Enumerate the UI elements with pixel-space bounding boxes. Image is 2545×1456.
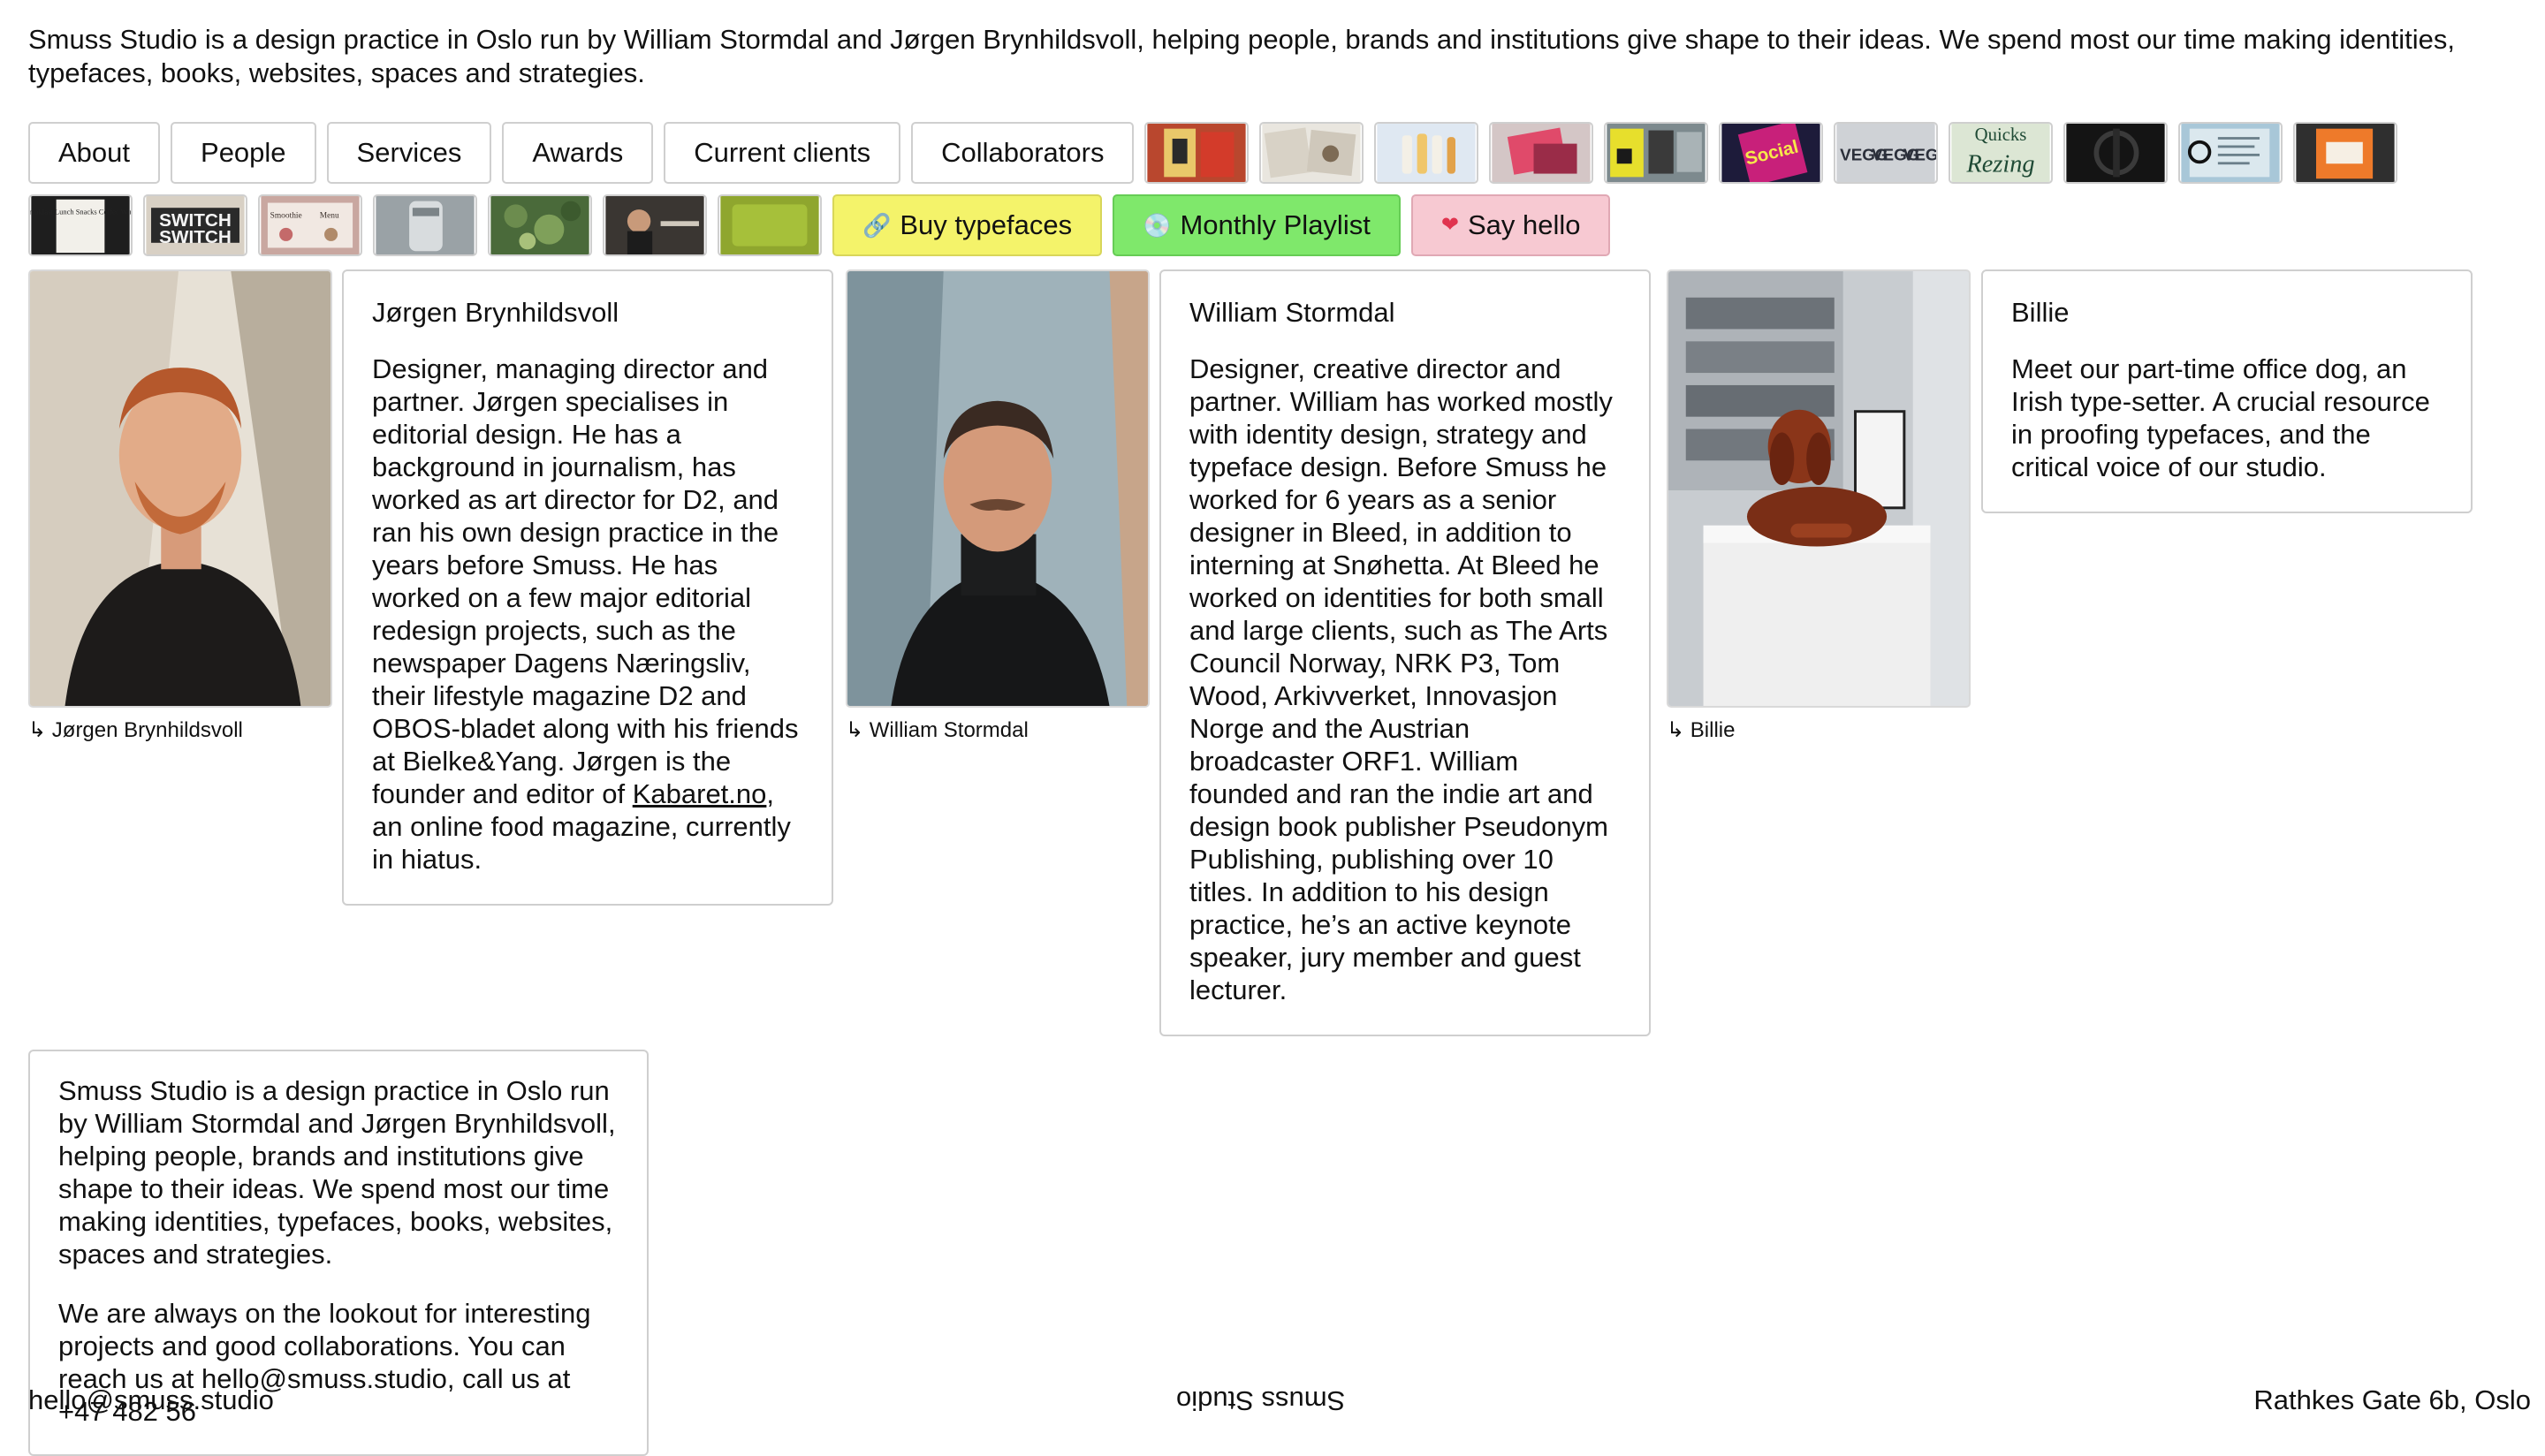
- about-paragraph-1: Smuss Studio is a design practice in Osl…: [58, 1075, 616, 1270]
- project-thumb-3[interactable]: [1374, 122, 1479, 184]
- billie-caption: ↳ Billie: [1667, 718, 1736, 742]
- jorgen-card: Jørgen Brynhildsvoll Designer, managing …: [342, 269, 833, 906]
- jorgen-bio: Designer, managing director and partner.…: [372, 353, 803, 876]
- thumb-action-row: Breakfast Lunch Snacks Coffee Wine SWITC…: [28, 194, 1611, 256]
- project-thumb-9[interactable]: [2063, 122, 2169, 184]
- buy-typefaces-label: Buy typefaces: [900, 209, 1073, 240]
- project-thumb-12[interactable]: Breakfast Lunch Snacks Coffee Wine: [28, 194, 133, 256]
- billie-card: Billie Meet our part-time office dog, an…: [1981, 269, 2473, 513]
- project-thumb-8[interactable]: Quicks Rezing: [1949, 122, 2054, 184]
- nav-row: About People Services Awards Current cli…: [28, 122, 2398, 184]
- nav-services-button[interactable]: Services: [326, 122, 492, 184]
- project-thumb-1[interactable]: [1144, 122, 1250, 184]
- thumb-quicks-text: Quicks: [1975, 125, 2027, 145]
- william-bio: Designer, creative director and partner.…: [1189, 353, 1613, 1005]
- billie-bio: Meet our part-time office dog, an Irish …: [2011, 353, 2430, 482]
- thumb-vegg-text-3: VEGG: [1903, 145, 1936, 163]
- thumb-rezing-text: Rezing: [1966, 151, 2035, 178]
- nav-collaborators-button[interactable]: Collaborators: [911, 122, 1135, 184]
- nav-people-button[interactable]: People: [171, 122, 316, 184]
- billie-photo: [1667, 269, 1971, 708]
- footer-address: Rathkes Gate 6b, Oslo: [2253, 1384, 2531, 1415]
- project-thumb-15[interactable]: [373, 194, 477, 256]
- nav-current-clients-button[interactable]: Current clients: [664, 122, 901, 184]
- william-caption: ↳ William Stormdal: [846, 718, 1029, 742]
- project-thumb-18[interactable]: [718, 194, 822, 256]
- footer-studio-name: Smuss Studio: [1176, 1385, 1346, 1416]
- monthly-playlist-button[interactable]: 💿 Monthly Playlist: [1113, 194, 1401, 256]
- project-thumb-11[interactable]: [2293, 122, 2398, 184]
- link-icon: 🔗: [862, 212, 892, 239]
- project-thumb-5[interactable]: [1604, 122, 1709, 184]
- project-thumb-2[interactable]: [1259, 122, 1364, 184]
- jorgen-bio-text: Designer, managing director and partner.…: [372, 353, 799, 809]
- project-thumb-10[interactable]: [2178, 122, 2283, 184]
- thumb-switch-text-2: SWITCH: [159, 227, 232, 247]
- jorgen-caption: ↳ Jørgen Brynhildsvoll: [28, 718, 243, 742]
- cd-icon: 💿: [1143, 212, 1172, 239]
- billie-name: Billie: [2011, 297, 2070, 328]
- project-thumb-6[interactable]: Social: [1719, 122, 1824, 184]
- jorgen-photo: [28, 269, 332, 708]
- say-hello-button[interactable]: ❤ Say hello: [1410, 194, 1611, 256]
- nav-awards-button[interactable]: Awards: [502, 122, 654, 184]
- thumb-menu-text: Breakfast Lunch Snacks Coffee Wine: [30, 208, 131, 216]
- heart-icon: ❤: [1440, 213, 1459, 237]
- say-hello-label: Say hello: [1467, 209, 1581, 240]
- thumb-smoothie-text: Smoothie: [270, 212, 302, 221]
- intro-text: Smuss Studio is a design practice in Osl…: [28, 24, 2456, 88]
- william-name: William Stormdal: [1189, 297, 1395, 328]
- william-card: William Stormdal Designer, creative dire…: [1159, 269, 1651, 1036]
- nav-about-button[interactable]: About: [28, 122, 161, 184]
- project-thumb-7[interactable]: VEGGVEGGVEGG: [1834, 122, 1939, 184]
- buy-typefaces-button[interactable]: 🔗 Buy typefaces: [832, 194, 1103, 256]
- project-thumb-4[interactable]: [1489, 122, 1594, 184]
- william-photo: [846, 269, 1150, 708]
- project-thumb-16[interactable]: [488, 194, 592, 256]
- project-thumb-13[interactable]: SWITCH SWITCH: [143, 194, 247, 256]
- monthly-playlist-label: Monthly Playlist: [1180, 209, 1371, 240]
- kabaret-link[interactable]: Kabaret.no: [633, 778, 767, 809]
- jorgen-name: Jørgen Brynhildsvoll: [372, 297, 619, 328]
- thumb-menu-label-text: Menu: [320, 212, 339, 221]
- footer-email[interactable]: hello@smuss.studio: [28, 1384, 274, 1417]
- project-thumb-14[interactable]: Smoothie Menu: [258, 194, 362, 256]
- project-thumb-17[interactable]: [603, 194, 707, 256]
